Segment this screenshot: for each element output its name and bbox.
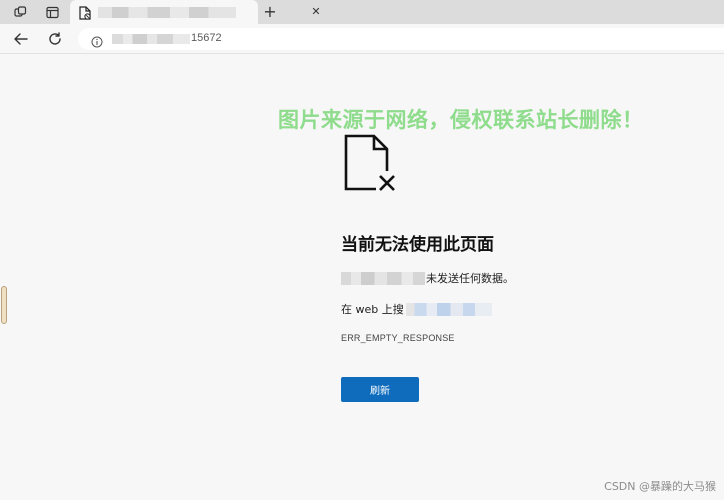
- document-x-icon: [343, 134, 399, 196]
- info-icon[interactable]: [91, 33, 103, 52]
- refresh-page-button[interactable]: 刷新: [341, 377, 419, 402]
- error-message-text: 未发送任何数据。: [426, 272, 514, 285]
- error-code: ERR_EMPTY_RESPONSE: [341, 333, 455, 343]
- tab-title-redacted: [98, 7, 236, 18]
- url-redacted: [112, 34, 190, 44]
- url-text: 15672: [191, 32, 222, 44]
- workspaces-icon[interactable]: [11, 3, 29, 21]
- vertical-tabs-icon[interactable]: [43, 3, 61, 21]
- search-prefix: 在 web 上搜: [341, 303, 404, 316]
- error-title: 当前无法使用此页面: [341, 235, 494, 255]
- error-page-icon: [79, 5, 91, 24]
- close-glyph: ✕: [311, 4, 321, 18]
- address-bar[interactable]: 15672: [78, 28, 724, 50]
- watermark-text: 图片来源于网络，侵权联系站长删除！: [278, 108, 644, 132]
- refresh-button[interactable]: [45, 29, 65, 49]
- credit-watermark: CSDN @暴躁的大马猴: [604, 480, 716, 493]
- toolbar: 15672: [0, 24, 724, 54]
- active-tab[interactable]: ✕: [70, 0, 321, 24]
- search-suggestion: 在 web 上搜: [341, 301, 492, 317]
- sidebar-drag-handle[interactable]: [1, 286, 7, 324]
- back-arrow-icon: [14, 33, 28, 45]
- search-link-redacted[interactable]: [405, 302, 492, 316]
- host-redacted: [341, 271, 425, 285]
- tab-strip: ✕ +: [0, 0, 724, 24]
- close-tab-icon[interactable]: ✕: [308, 3, 324, 19]
- new-tab-button[interactable]: +: [260, 2, 280, 22]
- back-button[interactable]: [11, 29, 31, 49]
- error-message: 未发送任何数据。: [341, 270, 514, 286]
- refresh-icon: [49, 32, 61, 45]
- plus-icon: +: [263, 2, 277, 21]
